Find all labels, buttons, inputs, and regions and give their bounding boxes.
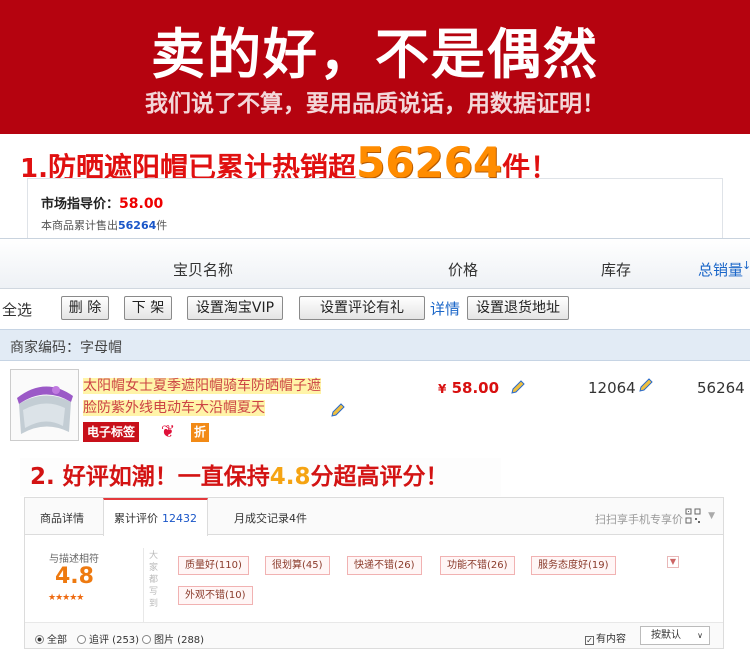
product-total-sales: 56264 xyxy=(697,379,745,397)
hero-banner: 卖的好，不是偶然 我们说了不算，要用品质说话，用数据证明！ xyxy=(0,0,750,134)
header-total-sales[interactable]: 总销量 xyxy=(698,259,743,280)
tab-cumulative-reviews[interactable]: 累计评价 12432 xyxy=(103,498,208,536)
sold-prefix: 本商品累计售出 xyxy=(41,219,118,232)
set-vip-button[interactable]: 设置淘宝VIP xyxy=(187,296,283,320)
rating-stars-icon: ★★★★★ xyxy=(48,593,84,603)
table-header: 宝贝名称 价格 库存 总销量 ↓ xyxy=(0,239,750,289)
review-tag-value[interactable]: 很划算(45) xyxy=(265,556,330,575)
header-price: 价格 xyxy=(448,261,479,279)
chevron-down-icon: ∨ xyxy=(697,631,703,640)
everyone-wrote-label: 大家都写到 xyxy=(149,551,159,609)
header-stock: 库存 xyxy=(601,261,632,279)
headline2-score: 4.8 xyxy=(269,464,311,490)
rose-icon: ❦ xyxy=(160,422,176,442)
edit-title-pencil-icon[interactable] xyxy=(330,402,346,418)
filter-pics-label: 图片 (288) xyxy=(154,635,205,646)
filter-pics-radio[interactable]: 图片 (288) xyxy=(142,631,204,646)
collapse-tags-icon[interactable]: ▼ xyxy=(667,556,679,568)
set-review-gift-button[interactable]: 设置评论有礼 xyxy=(299,296,425,320)
discount-tag[interactable]: 折 xyxy=(191,423,209,442)
price-value: 58.00 xyxy=(451,379,500,397)
guide-price: 市场指导价：58.00 xyxy=(41,193,163,212)
currency-symbol: ¥ xyxy=(438,382,447,396)
detail-link[interactable]: 详情 xyxy=(430,298,460,319)
has-content-label: 有内容 xyxy=(596,634,626,645)
review-filter-bar: 全部 追评 (253) 图片 (288) ✓ 有内容 按默认 ∨ xyxy=(25,622,723,648)
headline2-suffix: 分超高评分！ xyxy=(310,464,449,490)
review-tag-delivery[interactable]: 快递不错(26) xyxy=(347,556,422,575)
chevron-down-icon[interactable]: ▼ xyxy=(708,511,715,521)
checkmark-icon: ✓ xyxy=(585,636,594,645)
sold-suffix: 件 xyxy=(156,219,168,232)
filter-append-label: 追评 (253) xyxy=(89,635,140,646)
e-label-tag[interactable]: 电子标签 xyxy=(83,422,140,442)
product-title-link[interactable]: 太阳帽女士夏季遮阳帽骑车防晒帽子遮 脸防紫外线电动车大沿帽夏天 xyxy=(83,375,343,419)
review-panel: 商品详情 累计评价 12432 月成交记录4件 扫扫享手机专享价 ▼ 与描述相符 … xyxy=(24,497,724,649)
filter-append-radio[interactable]: 追评 (253) xyxy=(77,631,139,646)
merchant-code-row: 商家编码：字母帽 xyxy=(0,329,750,361)
product-title-line2: 脸防紫外线电动车大沿帽夏天 xyxy=(83,400,265,416)
product-thumbnail[interactable] xyxy=(10,369,79,441)
sold-count: 56264 xyxy=(118,219,157,232)
review-tag-appearance[interactable]: 外观不错(10) xyxy=(178,586,253,605)
sort-arrow-icon[interactable]: ↓ xyxy=(742,259,750,272)
rating-score: 4.8 xyxy=(55,564,94,589)
banner-title: 卖的好，不是偶然 xyxy=(151,23,599,86)
banner-subtitle: 我们说了不算，要用品质说话，用数据证明！ xyxy=(145,91,605,117)
tab-reviews-count: 12432 xyxy=(162,512,197,525)
sold-count-line: 本商品累计售出56264件 xyxy=(41,217,167,233)
filter-all-radio[interactable]: 全部 xyxy=(35,631,67,646)
has-content-checkbox[interactable]: ✓ 有内容 xyxy=(585,630,626,645)
merchant-code: 商家编码：字母帽 xyxy=(10,340,122,356)
score-label: 与描述相符 xyxy=(49,554,99,565)
product-price: ¥ 58.00 xyxy=(438,379,499,397)
divider xyxy=(143,548,144,626)
action-toolbar: 全选 删 除 下 架 设置淘宝VIP 设置评论有礼 详情 设置退货地址 xyxy=(0,290,750,326)
qr-code-icon[interactable] xyxy=(685,508,701,524)
radio-icon xyxy=(77,635,86,644)
headline2-prefix: 2. 好评如潮！一直保持 xyxy=(30,464,270,490)
price-box: 市场指导价：58.00 本商品累计售出56264件 xyxy=(27,178,723,240)
guide-price-label: 市场指导价： xyxy=(41,197,120,212)
header-name: 宝贝名称 xyxy=(173,261,234,279)
radio-icon xyxy=(142,635,151,644)
edit-stock-pencil-icon[interactable] xyxy=(638,377,654,393)
offshelf-button[interactable]: 下 架 xyxy=(124,296,172,320)
product-table-panel: 宝贝名称 价格 库存 总销量 ↓ 全选 删 除 下 架 设置淘宝VIP 设置评论… xyxy=(0,238,750,458)
sort-select[interactable]: 按默认 ∨ xyxy=(640,626,710,645)
product-title-line1: 太阳帽女士夏季遮阳帽骑车防晒帽子遮 xyxy=(83,378,321,394)
tab-records-label: 月成交记录 xyxy=(234,512,289,525)
review-tag-quality[interactable]: 质量好(110) xyxy=(178,556,249,575)
edit-price-pencil-icon[interactable] xyxy=(510,379,526,395)
tab-product-detail[interactable]: 商品详情 xyxy=(40,510,84,526)
review-tabs: 商品详情 累计评价 12432 月成交记录4件 扫扫享手机专享价 ▼ xyxy=(25,498,723,536)
sort-label: 按默认 xyxy=(651,630,681,641)
review-tag-service[interactable]: 服务态度好(19) xyxy=(531,556,616,575)
sun-visor-hat-icon xyxy=(11,370,78,440)
select-all-label[interactable]: 全选 xyxy=(2,299,32,320)
tab-monthly-records[interactable]: 月成交记录4件 xyxy=(234,510,307,526)
filter-all-label: 全部 xyxy=(47,635,67,646)
tab-reviews-label: 累计评价 xyxy=(114,512,158,525)
radio-selected-icon xyxy=(35,635,44,644)
scan-mobile-price[interactable]: 扫扫享手机专享价 xyxy=(595,511,683,527)
set-return-address-button[interactable]: 设置退货地址 xyxy=(467,296,569,320)
review-tag-function[interactable]: 功能不错(26) xyxy=(440,556,515,575)
headline-rating: 2. 好评如潮！一直保持4.8分超高评分！ xyxy=(20,458,501,496)
guide-price-value: 58.00 xyxy=(119,196,164,212)
delete-button[interactable]: 删 除 xyxy=(61,296,109,320)
product-stock: 12064 xyxy=(588,379,636,397)
tab-records-count: 4件 xyxy=(289,512,307,525)
